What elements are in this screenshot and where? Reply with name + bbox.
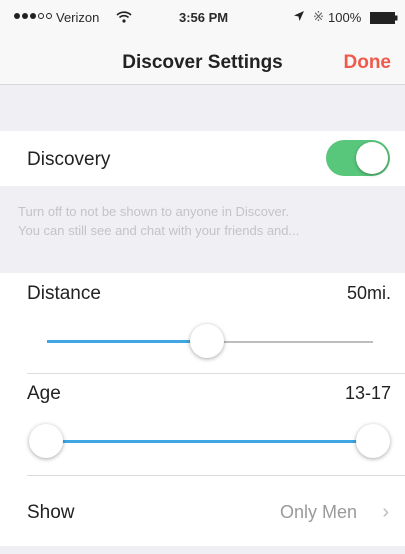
battery-percentage: 100%	[328, 10, 362, 25]
section-spacer-top	[0, 85, 405, 131]
distance-slider-thumb[interactable]	[190, 324, 224, 358]
status-bar: Verizon 3:56 PM ※ 100%	[0, 0, 405, 40]
done-button[interactable]: Done	[344, 52, 392, 74]
discovery-toggle[interactable]	[326, 140, 390, 176]
carrier-name: Verizon	[56, 10, 100, 25]
wifi-icon	[116, 11, 132, 23]
discovery-hint: Turn off to not be shown to anyone in Di…	[18, 202, 396, 240]
age-value: 13-17	[344, 383, 391, 403]
discovery-label: Discovery	[27, 149, 111, 170]
battery-full-icon	[370, 12, 398, 24]
discovery-hint-line-1: Turn off to not be shown to anyone in Di…	[18, 204, 289, 219]
toggle-knob	[356, 142, 388, 174]
age-slider-fill	[47, 440, 373, 443]
bluetooth-icon: ※	[313, 9, 324, 24]
show-label: Show	[27, 502, 75, 523]
age-label: Age	[27, 383, 61, 404]
distance-slider-fill	[47, 340, 208, 343]
signal-strength-icon	[14, 13, 52, 19]
distance-value: 50mi.	[346, 283, 391, 303]
location-arrow-icon	[294, 11, 304, 21]
section-spacer-bottom	[0, 546, 405, 554]
show-value: Only Men	[279, 502, 357, 522]
distance-label: Distance	[27, 283, 101, 304]
age-slider-min-thumb[interactable]	[29, 424, 63, 458]
chevron-right-icon: ›	[382, 501, 389, 523]
discovery-hint-line-2: You can still see and chat with your fri…	[18, 223, 300, 238]
distance-divider	[27, 373, 405, 374]
navigation-bar: Discover Settings Done	[0, 40, 405, 85]
age-slider-max-thumb[interactable]	[356, 424, 390, 458]
status-time: 3:56 PM	[179, 10, 229, 25]
